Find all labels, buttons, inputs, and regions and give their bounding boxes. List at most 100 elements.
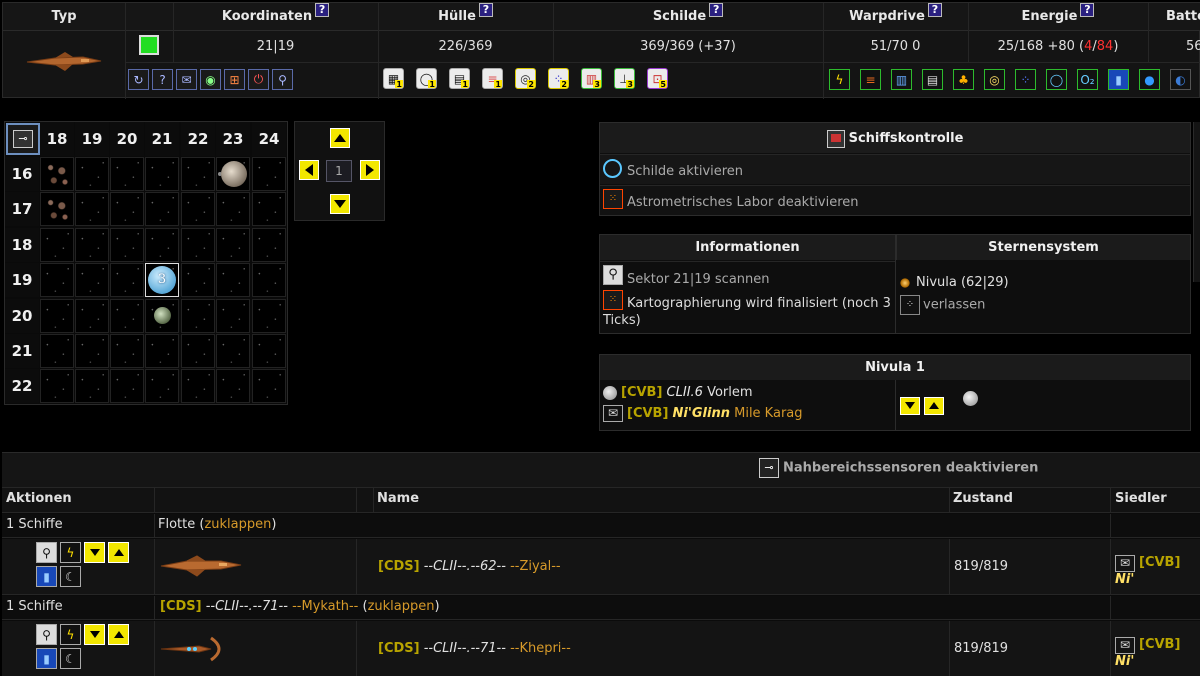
energy-button-ring[interactable]: ◯: [1046, 69, 1067, 90]
map-cell-22-19[interactable]: [181, 263, 215, 297]
help-huelle-button[interactable]: ?: [478, 3, 493, 17]
map-cell-20-21[interactable]: [110, 334, 144, 368]
map-cell-20-22[interactable]: [110, 369, 144, 403]
ship-2-up-button[interactable]: [108, 624, 129, 645]
map-cell-24-16[interactable]: [252, 157, 286, 191]
ship-1-tractor-button[interactable]: ☾: [60, 566, 81, 587]
map-cell-18-22[interactable]: [40, 369, 74, 403]
nivula-down-button[interactable]: [900, 397, 920, 415]
ship-2-blue-button[interactable]: ▮: [36, 648, 57, 669]
map-corner-button[interactable]: ⊸: [6, 123, 40, 155]
map-cell-22-16[interactable]: [181, 157, 215, 191]
map-cell-21-22[interactable]: [145, 369, 179, 403]
system-button-dots[interactable]: ⁘ 2: [548, 68, 569, 89]
ship-2-settler[interactable]: ✉ [CVB] Ni': [1115, 637, 1200, 669]
help-button[interactable]: ?: [152, 69, 173, 90]
energy-button-lightning[interactable]: ϟ: [829, 69, 850, 90]
lab-deactivate-row[interactable]: ⁙ Astrometrisches Labor deaktivieren: [600, 185, 1190, 215]
ship-1-down-button[interactable]: [84, 542, 105, 563]
leave-system-link[interactable]: verlassen: [923, 298, 985, 313]
map-cell-21-21[interactable]: [145, 334, 179, 368]
help-koordinaten-button[interactable]: ?: [315, 3, 330, 17]
ship-2-name-link[interactable]: --Khepri--: [510, 641, 571, 656]
nav-right-button[interactable]: [360, 160, 380, 180]
map-cell-19-18[interactable]: [75, 228, 109, 262]
map-cell-20-20[interactable]: [110, 299, 144, 333]
energy-button-tank[interactable]: ▥: [891, 69, 912, 90]
map-cell-23-19[interactable]: [216, 263, 250, 297]
lab-deactivate-link[interactable]: Astrometrisches Labor deaktivieren: [627, 195, 859, 210]
map-cell-18-18[interactable]: [40, 228, 74, 262]
database-button[interactable]: ◉: [200, 69, 221, 90]
help-schilde-button[interactable]: ?: [709, 3, 724, 17]
ship-1-name-link[interactable]: --Ziyal--: [510, 559, 561, 574]
system-button-matrix[interactable]: ⊡ 5: [647, 68, 668, 89]
fleet-1-collapse-link[interactable]: zuklappen: [204, 517, 271, 532]
energy-button-lens[interactable]: ◎: [984, 69, 1005, 90]
scan-sector-link[interactable]: Sektor 21|19 scannen: [627, 272, 770, 287]
star-system-row[interactable]: Nivula (62|29): [900, 275, 1009, 290]
nivula-entry-2-name[interactable]: Mile Karag: [734, 406, 802, 421]
map-cell-23-20[interactable]: [216, 299, 250, 333]
system-button-computer[interactable]: ▦ 1: [383, 68, 404, 89]
map-cell-24-21[interactable]: [252, 334, 286, 368]
energy-button-blue-panel[interactable]: ▮: [1108, 69, 1129, 90]
ship-1-up-button[interactable]: [108, 542, 129, 563]
star-system-name[interactable]: Nivula (62|29): [916, 275, 1009, 290]
system-button-tank[interactable]: ▥ 3: [581, 68, 602, 89]
map-cell-19-20[interactable]: [75, 299, 109, 333]
map-cell-19-21[interactable]: [75, 334, 109, 368]
map-cell-23-18[interactable]: [216, 228, 250, 262]
system-button-lens[interactable]: ◎ 2: [515, 68, 536, 89]
energy-button-sphere[interactable]: ●: [1139, 69, 1160, 90]
map-cell-23-16[interactable]: [216, 157, 250, 191]
system-button-station[interactable]: ⊥ 3: [614, 68, 635, 89]
energy-button-dots[interactable]: ⁘: [1015, 69, 1036, 90]
nav-up-button[interactable]: [330, 128, 350, 148]
map-cell-24-20[interactable]: [252, 299, 286, 333]
map-cell-24-18[interactable]: [252, 228, 286, 262]
map-cell-20-16[interactable]: [110, 157, 144, 191]
map-cell-19-17[interactable]: [75, 192, 109, 226]
grid-button[interactable]: ⊞: [224, 69, 245, 90]
scan-sector-row[interactable]: ⚲ Sektor 21|19 scannen: [600, 261, 895, 289]
ship-1-scan-button[interactable]: ⚲: [36, 542, 57, 563]
map-cell-19-22[interactable]: [75, 369, 109, 403]
system-button-stripes[interactable]: ≡ 1: [482, 68, 503, 89]
nav-down-button[interactable]: [330, 194, 350, 214]
ship-2-down-button[interactable]: [84, 624, 105, 645]
energy-button-oxygen[interactable]: O₂: [1077, 69, 1098, 90]
energy-button-stripes[interactable]: ≡: [860, 69, 881, 90]
map-cell-18-20[interactable]: [40, 299, 74, 333]
nav-page-field[interactable]: 1: [326, 160, 352, 182]
map-cell-20-17[interactable]: [110, 192, 144, 226]
refresh-button[interactable]: ↻: [128, 69, 149, 90]
map-cell-22-20[interactable]: [181, 299, 215, 333]
map-cell-21-16[interactable]: [145, 157, 179, 191]
ship-1-name[interactable]: [CDS] --CLII--.--62-- --Ziyal--: [378, 559, 561, 574]
nivula-entry-2[interactable]: ✉ [CVB] Ni'Glinn Mile Karag: [603, 405, 803, 422]
activate-shields-link[interactable]: Schilde aktivieren: [627, 164, 743, 179]
help-warpdrive-button[interactable]: ?: [927, 3, 942, 17]
map-cell-24-17[interactable]: [252, 192, 286, 226]
map-cell-20-19[interactable]: [110, 263, 144, 297]
map-cell-18-19[interactable]: [40, 263, 74, 297]
ship-1-blue-button[interactable]: ▮: [36, 566, 57, 587]
sensor-toggle-label[interactable]: Nahbereichssensoren deaktivieren: [783, 461, 1038, 476]
map-cell-23-21[interactable]: [216, 334, 250, 368]
energy-button-console[interactable]: ▤: [922, 69, 943, 90]
power-button[interactable]: ⏻: [248, 69, 269, 90]
ship-cluster-marker[interactable]: 3: [148, 266, 176, 294]
leave-system-row[interactable]: ⁘ verlassen: [900, 295, 985, 315]
ship-2-scan-button[interactable]: ⚲: [36, 624, 57, 645]
map-cell-21-18[interactable]: [145, 228, 179, 262]
map-cell-21-19[interactable]: 3: [145, 263, 179, 297]
nav-left-button[interactable]: [299, 160, 319, 180]
ship-1-settler[interactable]: ✉ [CVB] Ni': [1115, 555, 1200, 587]
map-cell-20-18[interactable]: [110, 228, 144, 262]
map-cell-21-17[interactable]: [145, 192, 179, 226]
ship-1-energy-button[interactable]: ϟ: [60, 542, 81, 563]
map-cell-22-21[interactable]: [181, 334, 215, 368]
map-cell-19-16[interactable]: [75, 157, 109, 191]
map-cell-18-16[interactable]: [40, 157, 74, 191]
